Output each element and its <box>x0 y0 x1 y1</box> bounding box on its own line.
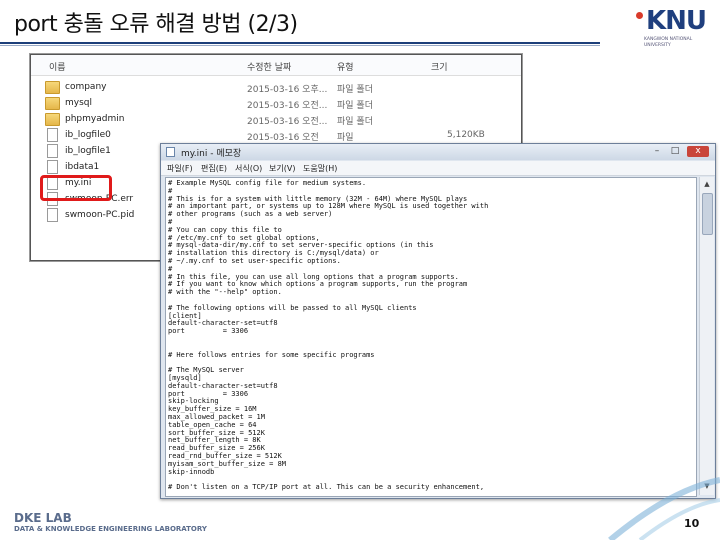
footer-lab-subtitle: DATA & KNOWLEDGE ENGINEERING LABORATORY <box>14 525 207 533</box>
menu-format[interactable]: 서식(O) <box>235 163 262 174</box>
file-icon <box>47 208 58 222</box>
folder-icon <box>45 81 60 94</box>
column-name[interactable]: 이름 <box>49 60 66 73</box>
file-date: 2015-03-16 오전... <box>247 101 328 111</box>
notepad-menubar: 파일(F) 편집(E) 서식(O) 보기(V) 도움말(H) <box>161 161 715 176</box>
menu-help[interactable]: 도움말(H) <box>303 163 337 174</box>
file-icon <box>47 160 58 174</box>
myini-highlight-box <box>40 175 112 201</box>
text-line: # The following options will be passed t… <box>168 303 417 312</box>
file-type: 파일 폴더 <box>337 117 373 127</box>
text-line: # with the "--help" option. <box>168 288 282 297</box>
file-name: company <box>65 82 107 92</box>
column-size[interactable]: 크기 <box>431 60 448 73</box>
knu-logo: KNU KANGWON NATIONAL UNIVERSITY <box>634 6 714 52</box>
title-rule <box>0 42 600 44</box>
notepad-title: my.ini - 메모장 <box>181 149 242 159</box>
menu-view[interactable]: 보기(V) <box>269 163 295 174</box>
column-date[interactable]: 수정한 날짜 <box>247 60 291 73</box>
vertical-scrollbar[interactable]: ▲ ▼ <box>699 177 714 495</box>
file-type: 파일 폴더 <box>337 101 373 111</box>
file-icon <box>47 144 58 158</box>
file-size: 5,120KB <box>447 130 485 140</box>
file-name: ib_logfile0 <box>65 130 111 140</box>
file-list-item[interactable]: ib_logfile0 2015-03-16 오전 파일 5,120KB <box>31 128 521 144</box>
slide-title: port 충돌 오류 해결 방법 (2/3) <box>14 12 298 37</box>
minimize-button[interactable]: – <box>649 146 665 157</box>
notepad-window: my.ini - 메모장 – □ x 파일(F) 편집(E) 서식(O) 보기(… <box>160 143 716 499</box>
file-icon <box>47 128 58 142</box>
file-name: ib_logfile1 <box>65 146 111 156</box>
scroll-thumb[interactable] <box>702 193 713 235</box>
file-date: 2015-03-16 오전... <box>247 117 328 127</box>
file-type: 파일 <box>337 133 354 143</box>
folder-icon <box>45 97 60 110</box>
logo-subtext: KANGWON NATIONAL UNIVERSITY <box>644 37 693 48</box>
text-line: # Here follows entries for some specific… <box>168 350 375 359</box>
file-list-item[interactable]: phpmyadmin 2015-03-16 오전... 파일 폴더 <box>31 112 521 128</box>
notepad-titlebar[interactable]: my.ini - 메모장 – □ x <box>161 144 715 160</box>
file-list-item[interactable]: mysql 2015-03-16 오전... 파일 폴더 <box>31 96 521 112</box>
file-date: 2015-03-16 오전 <box>247 133 319 143</box>
file-type: 파일 폴더 <box>337 85 373 95</box>
file-date: 2015-03-16 오후... <box>247 85 328 95</box>
logo-dot-icon <box>636 12 643 19</box>
file-name: phpmyadmin <box>65 114 125 124</box>
notepad-text-area[interactable]: # Example MySQL config file for medium s… <box>165 177 697 497</box>
folder-icon <box>45 113 60 126</box>
file-name: swmoon-PC.pid <box>65 210 135 220</box>
page-number: 10 <box>684 517 700 530</box>
column-type[interactable]: 유형 <box>337 60 354 73</box>
text-line: # other programs (such as a web server) <box>168 210 333 219</box>
footer-lab-name: DKE LAB <box>14 511 72 525</box>
menu-edit[interactable]: 편집(E) <box>201 163 227 174</box>
scroll-up-icon[interactable]: ▲ <box>702 179 712 189</box>
menu-file[interactable]: 파일(F) <box>167 163 193 174</box>
file-name: mysql <box>65 98 92 108</box>
file-list-item[interactable]: company 2015-03-16 오후... 파일 폴더 <box>31 80 521 96</box>
decorative-swoosh <box>608 477 720 540</box>
text-line: # ~/.my.cnf to set user-specific options… <box>168 257 341 265</box>
maximize-button[interactable]: □ <box>667 146 683 157</box>
title-rule-secondary <box>0 45 600 46</box>
text-line: # Don't listen on a TCP/IP port at all. … <box>168 483 485 492</box>
text-line: port = 3306 <box>168 327 249 336</box>
text-line: skip-innodb <box>168 467 215 476</box>
file-name: ibdata1 <box>65 162 100 172</box>
column-header: 이름 수정한 날짜 유형 크기 <box>31 55 521 76</box>
close-button[interactable]: x <box>687 146 709 157</box>
logo-text: KNU <box>646 6 707 36</box>
text-line: # Example MySQL config file for medium s… <box>168 179 367 187</box>
notepad-icon <box>166 147 175 157</box>
